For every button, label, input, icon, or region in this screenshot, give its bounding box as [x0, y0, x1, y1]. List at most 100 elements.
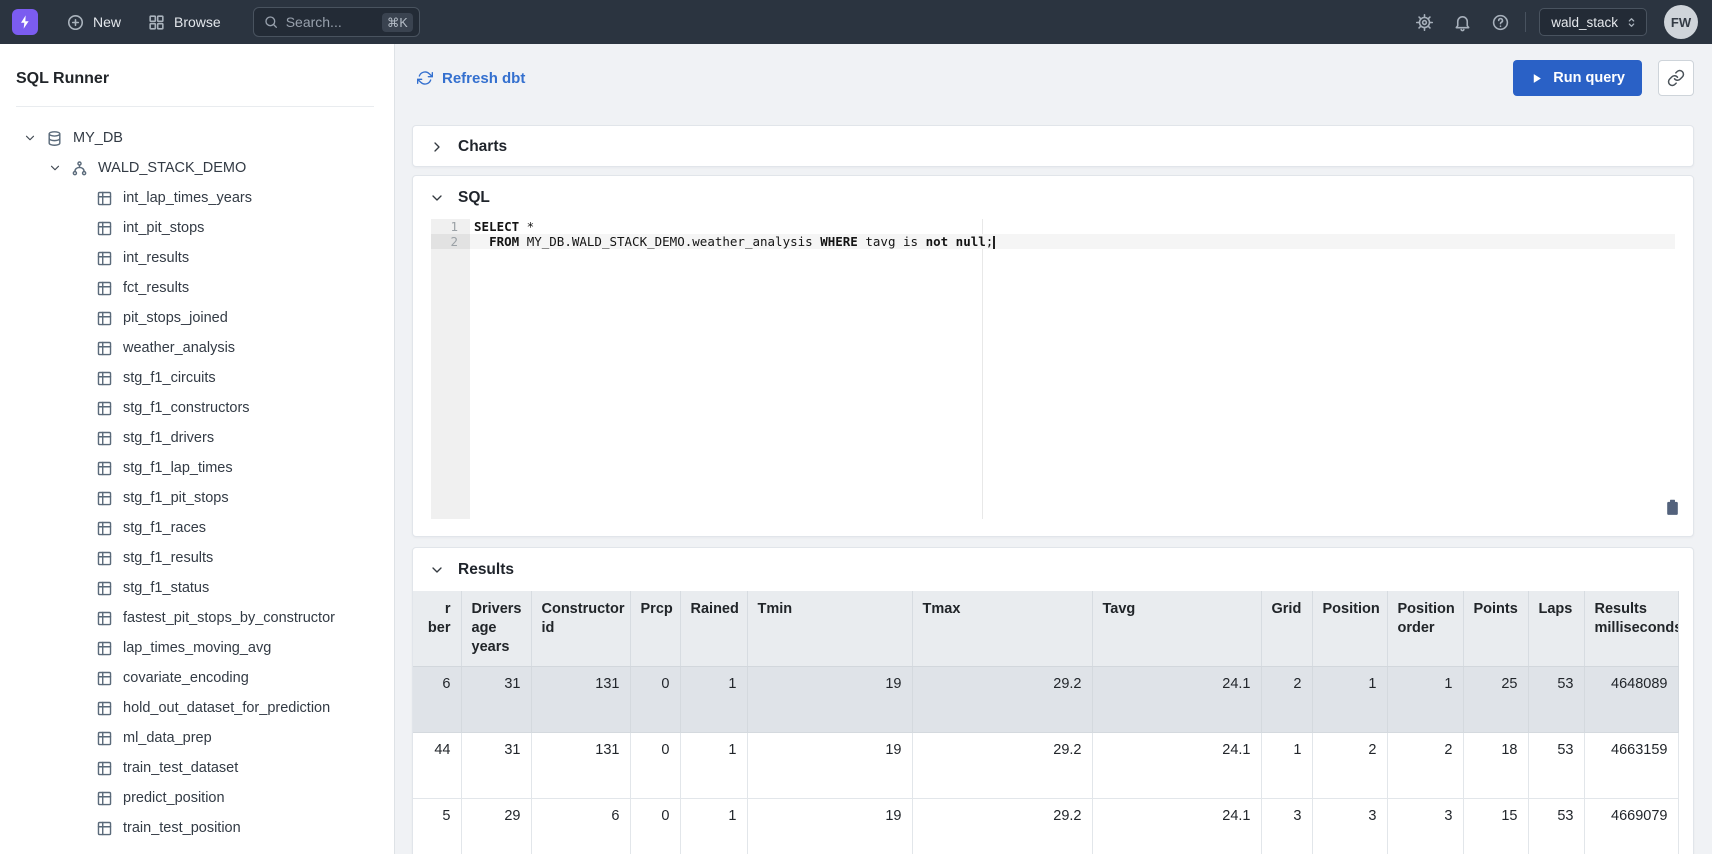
column-header: Results milliseconds	[1584, 591, 1679, 668]
tree-item-table[interactable]: stg_f1_results	[16, 543, 394, 573]
refresh-dbt-link[interactable]: Refresh dbt	[417, 70, 525, 87]
search-input[interactable]	[285, 14, 382, 30]
sql-panel-title: SQL	[458, 188, 490, 206]
table-name: weather_analysis	[123, 340, 236, 356]
tree-item-table[interactable]: stg_f1_constructors	[16, 393, 394, 423]
column-header: Tavg	[1092, 591, 1262, 668]
table-cell: 1	[1312, 666, 1388, 734]
table-cell: 0	[630, 798, 681, 854]
tree-item-table[interactable]: int_pit_stops	[16, 213, 394, 243]
tree-item-table[interactable]: weather_analysis	[16, 333, 394, 363]
app-logo[interactable]	[12, 9, 38, 35]
table-name: fastest_pit_stops_by_constructor	[123, 610, 335, 626]
tree-item-table[interactable]: stg_f1_pit_stops	[16, 483, 394, 513]
plus-circle-icon	[66, 13, 85, 32]
schema-icon	[71, 160, 88, 177]
table-icon	[96, 250, 113, 267]
table-icon	[96, 340, 113, 357]
table-icon	[96, 730, 113, 747]
table-cell: 53	[1528, 798, 1585, 854]
notifications-button[interactable]	[1453, 13, 1472, 32]
sql-editor[interactable]: 1 SELECT * 2 FROM MY_DB.WALD_STACK_DEMO.we…	[431, 219, 1675, 519]
tree-item-table[interactable]: stg_f1_status	[16, 573, 394, 603]
help-button[interactable]	[1491, 13, 1510, 32]
tree-item-table[interactable]: fastest_pit_stops_by_constructor	[16, 603, 394, 633]
tree-item-schema[interactable]: WALD_STACK_DEMO	[16, 153, 394, 183]
tree-item-table[interactable]: predict_position	[16, 783, 394, 813]
browse-button[interactable]: Browse	[147, 13, 221, 32]
play-icon	[1530, 72, 1543, 85]
results-panel-header[interactable]: Results	[413, 548, 1693, 591]
table-cell: 29.2	[912, 798, 1093, 854]
copy-sql-button[interactable]	[1664, 497, 1681, 523]
schema-name: WALD_STACK_DEMO	[98, 160, 247, 176]
tree-item-table[interactable]: stg_f1_drivers	[16, 423, 394, 453]
toolbar: Refresh dbt Run query	[412, 60, 1694, 96]
table-row: 44 31 131 0 1 19 29.2 24.1 1 2 2 18 53 4663159	[413, 732, 1679, 800]
new-button[interactable]: New	[66, 13, 121, 32]
tree-item-database[interactable]: MY_DB	[16, 123, 394, 153]
table-cell: 4669079	[1584, 798, 1679, 854]
table-cell: 24.1	[1092, 798, 1262, 854]
table-icon	[96, 580, 113, 597]
project-selector-value: wald_stack	[1551, 14, 1618, 30]
search-box[interactable]: ⌘K	[252, 7, 420, 37]
tree-item-table[interactable]: ml_data_prep	[16, 723, 394, 753]
table-cell: 131	[531, 732, 631, 800]
tree-item-table[interactable]: stg_f1_lap_times	[16, 453, 394, 483]
browse-button-label: Browse	[174, 14, 221, 30]
column-header: Grid	[1261, 591, 1313, 668]
column-header: Position	[1312, 591, 1388, 668]
editor-gutter	[431, 219, 470, 519]
project-selector[interactable]: wald_stack	[1539, 8, 1647, 36]
tree-item-table[interactable]: lap_times_moving_avg	[16, 633, 394, 663]
tree-item-table[interactable]: pit_stops_joined	[16, 303, 394, 333]
line-number: 1	[450, 219, 458, 234]
tree-item-table[interactable]: stg_f1_races	[16, 513, 394, 543]
table-icon	[96, 820, 113, 837]
chevron-down-icon	[23, 131, 37, 145]
table-cell: 24.1	[1092, 732, 1262, 800]
tree-item-table[interactable]: stg_f1_circuits	[16, 363, 394, 393]
help-circle-icon	[1491, 13, 1510, 32]
table-cell: 31	[461, 666, 532, 734]
sql-panel-header[interactable]: SQL	[413, 176, 1693, 219]
table-cell: 19	[747, 666, 913, 734]
table-cell: 3	[1387, 798, 1464, 854]
editor-lines: 1 SELECT * 2 FROM MY_DB.WALD_STACK_DEMO.we…	[431, 219, 1675, 249]
table-name: fct_results	[123, 280, 190, 296]
database-icon	[46, 130, 63, 147]
code-line: 2 FROM MY_DB.WALD_STACK_DEMO.weather_ana…	[431, 234, 1675, 249]
column-header: Rained	[680, 591, 748, 668]
table-cell: 1	[680, 666, 748, 734]
table-icon	[96, 430, 113, 447]
column-header: r ber	[413, 591, 462, 668]
tree-item-table[interactable]: fct_results	[16, 273, 394, 303]
database-name: MY_DB	[73, 130, 123, 146]
table-cell: 5	[413, 798, 462, 854]
run-query-button[interactable]: Run query	[1513, 60, 1642, 96]
table-cell: 24.1	[1092, 666, 1262, 734]
tree-item-table[interactable]: hold_out_dataset_for_prediction	[16, 693, 394, 723]
column-header: Constructor id	[531, 591, 631, 668]
tree-item-table[interactable]: train_test_dataset	[16, 753, 394, 783]
share-link-button[interactable]	[1658, 60, 1694, 96]
table-cell: 131	[531, 666, 631, 734]
tree-item-table[interactable]: covariate_encoding	[16, 663, 394, 693]
tree-item-table[interactable]: train_test_position	[16, 813, 394, 843]
table-cell: 19	[747, 732, 913, 800]
column-header: Drivers age years	[461, 591, 532, 668]
tree-item-table[interactable]: int_results	[16, 243, 394, 273]
column-header: Tmax	[912, 591, 1093, 668]
charts-panel-header[interactable]: Charts	[413, 126, 1693, 166]
results-panel: Results r ber Drivers age years Constructo…	[412, 547, 1694, 854]
chevron-right-icon	[429, 139, 445, 155]
table-cell: 6	[413, 666, 462, 734]
settings-button[interactable]	[1415, 13, 1434, 32]
avatar[interactable]: FW	[1664, 5, 1698, 39]
table-cell: 1	[1261, 732, 1313, 800]
header-row: r ber Drivers age years Constructor id Prcp…	[413, 591, 1679, 668]
tree-item-table[interactable]: int_lap_times_years	[16, 183, 394, 213]
schema-tables-list: int_lap_times_years int_pit_stops int_re…	[16, 183, 394, 843]
table-icon	[96, 280, 113, 297]
